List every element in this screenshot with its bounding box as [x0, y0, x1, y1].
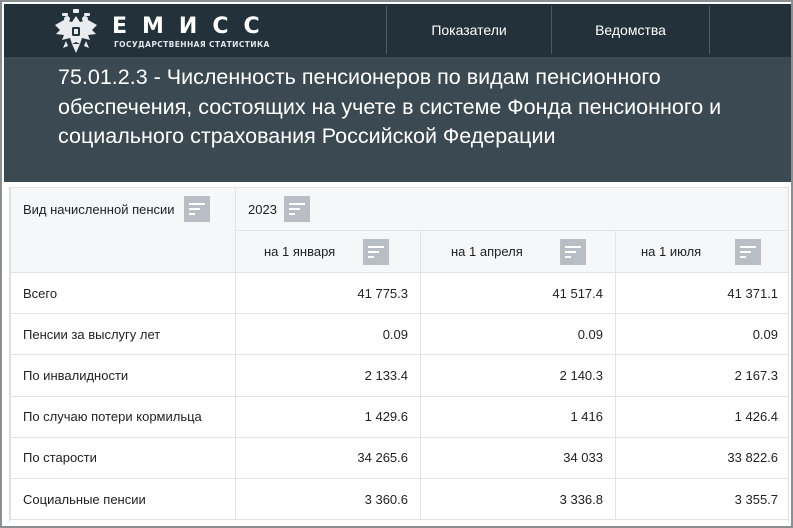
table-cell: 1 429.6: [235, 395, 421, 438]
table-cell: 0.09: [235, 313, 421, 356]
table-cell: 34 033: [420, 436, 616, 479]
data-table: Вид начисленной пенсии 2023 на 1 января …: [10, 187, 788, 521]
table-cell: 0.09: [420, 313, 616, 356]
table-cell: 2 167.3: [614, 354, 788, 397]
table-cell: 3 336.8: [420, 477, 616, 521]
top-navigation-bar: ЕМИСС ГОСУДАРСТВЕННАЯ СТАТИСТИКА Показат…: [4, 4, 791, 57]
year-header-cell: 2023: [234, 187, 788, 231]
table-cell: 0.09: [614, 313, 788, 356]
table-row: Всего 41 775.3 41 517.4 41 371.1: [10, 271, 788, 315]
row-name: По старости: [10, 436, 236, 479]
logo-title: ЕМИСС: [112, 14, 275, 39]
nav-item-departments[interactable]: Ведомства: [552, 4, 709, 57]
row-name: По инвалидности: [10, 354, 236, 397]
table-cell: 41 371.1: [614, 271, 788, 315]
row-name: Всего: [10, 271, 236, 315]
column-header-jan: на 1 января: [235, 230, 421, 273]
page-title: 75.01.2.3 - Численность пенсионеров по в…: [58, 65, 722, 148]
title-band: 75.01.2.3 - Численность пенсионеров по в…: [4, 57, 791, 182]
row-name: По случаю потери кормильца: [10, 395, 236, 438]
data-table-container: Вид начисленной пенсии 2023 на 1 января …: [9, 187, 789, 522]
column-header-jul: на 1 июля: [614, 230, 788, 273]
table-cell: 1 426.4: [614, 395, 788, 438]
table-row: По случаю потери кормильца 1 429.6 1 416…: [10, 395, 788, 438]
table-cell: 41 517.4: [420, 271, 616, 315]
row-header-cell: Вид начисленной пенсии: [10, 187, 236, 273]
table-cell: 33 822.6: [614, 436, 788, 479]
table-cell: 3 355.7: [614, 477, 788, 521]
column-header-apr: на 1 апреля: [420, 230, 616, 273]
table-row: Пенсии за выслугу лет 0.09 0.09 0.09: [10, 313, 788, 356]
column-label: на 1 июля: [641, 244, 702, 259]
double-headed-eagle-icon: [55, 9, 97, 53]
row-header-label: Вид начисленной пенсии: [23, 201, 175, 217]
sort-lines-icon[interactable]: [184, 196, 211, 222]
emiss-logo[interactable]: ЕМИСС ГОСУДАРСТВЕННАЯ СТАТИСТИКА: [54, 8, 314, 54]
nav-divider: [709, 6, 710, 54]
column-label: на 1 января: [264, 244, 336, 259]
table-row: По старости 34 265.6 34 033 33 822.6: [10, 436, 788, 479]
logo-subtitle: ГОСУДАРСТВЕННАЯ СТАТИСТИКА: [114, 40, 270, 49]
year-label: 2023: [248, 201, 277, 217]
sort-lines-icon[interactable]: [362, 238, 389, 265]
table-row: По инвалидности 2 133.4 2 140.3 2 167.3: [10, 354, 788, 397]
table-cell: 34 265.6: [235, 436, 421, 479]
table-cell: 1 416: [420, 395, 616, 438]
nav-item-indicators[interactable]: Показатели: [387, 4, 551, 57]
table-cell: 3 360.6: [235, 477, 421, 521]
sort-lines-icon[interactable]: [734, 238, 761, 265]
row-name: Пенсии за выслугу лет: [10, 313, 236, 356]
table-row: Социальные пенсии 3 360.6 3 336.8 3 355.…: [10, 477, 788, 521]
column-label: на 1 апреля: [451, 244, 523, 259]
table-cell: 2 140.3: [420, 354, 616, 397]
table-cell: 41 775.3: [235, 271, 421, 315]
row-name: Социальные пенсии: [10, 477, 236, 521]
sort-lines-icon[interactable]: [560, 238, 587, 265]
window-frame: ЕМИСС ГОСУДАРСТВЕННАЯ СТАТИСТИКА Показат…: [0, 0, 793, 528]
sort-lines-icon[interactable]: [283, 196, 310, 222]
table-cell: 2 133.4: [235, 354, 421, 397]
